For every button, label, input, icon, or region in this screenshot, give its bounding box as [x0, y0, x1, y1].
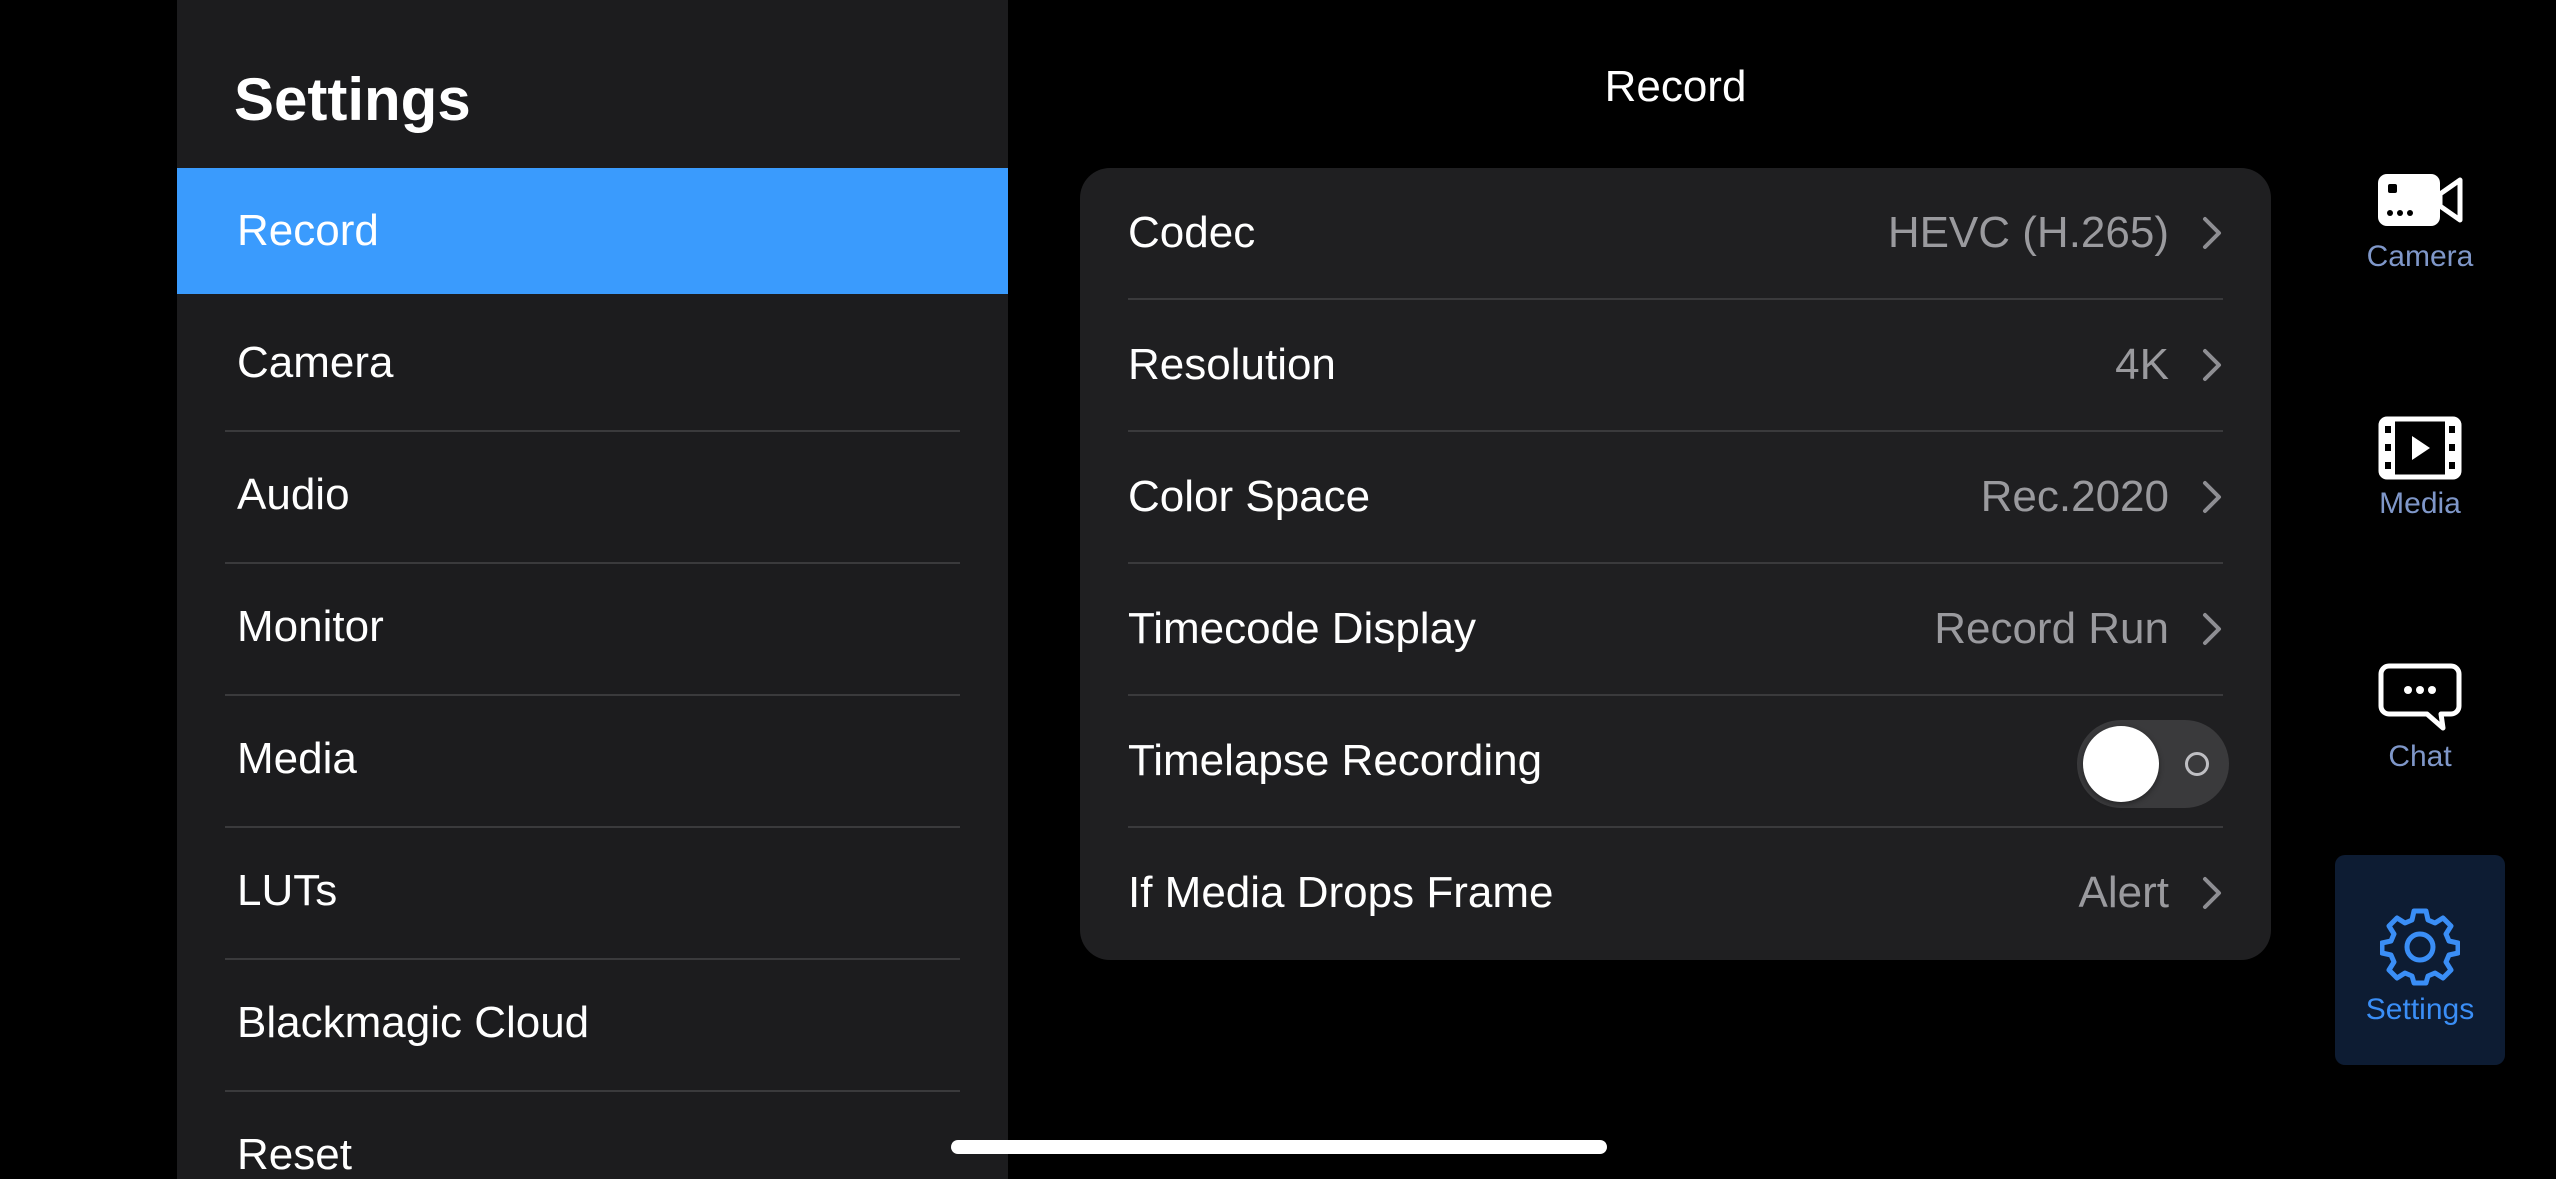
- sidebar-item-label: Media: [237, 734, 357, 783]
- chevron-right-icon: [2203, 217, 2221, 249]
- row-label: If Media Drops Frame: [1128, 868, 1554, 917]
- row-value: Alert: [2078, 868, 2169, 917]
- row-label: Color Space: [1128, 472, 1371, 521]
- row-label: Codec: [1128, 208, 1256, 257]
- sidebar-item-label: Camera: [237, 338, 394, 387]
- sidebar-item-label: LUTs: [237, 866, 338, 915]
- sidebar-title: Settings: [234, 66, 471, 133]
- sidebar-item-blackmagic-cloud[interactable]: Blackmagic Cloud: [177, 960, 1008, 1092]
- tab-label: Camera: [2366, 240, 2474, 273]
- chevron-right-icon: [2203, 481, 2221, 513]
- record-settings-card: Codec HEVC (H.265) Resolution 4K Color S…: [1080, 168, 2271, 960]
- sidebar-item-label: Blackmagic Cloud: [237, 998, 590, 1047]
- row-label: Resolution: [1128, 340, 1336, 389]
- settings-sidebar: Settings Record Camera Audio Monitor Med…: [177, 0, 1008, 1179]
- row-label: Timecode Display: [1128, 604, 1477, 653]
- tab-chat[interactable]: Chat: [2335, 662, 2505, 774]
- sidebar-item-monitor[interactable]: Monitor: [177, 564, 1008, 696]
- sidebar-item-luts[interactable]: LUTs: [177, 828, 1008, 960]
- chevron-right-icon: [2203, 877, 2221, 909]
- tab-label: Settings: [2365, 993, 2475, 1026]
- sidebar-item-label: Monitor: [237, 602, 384, 651]
- panel-title: Record: [1604, 62, 1747, 111]
- tab-label: Chat: [2388, 740, 2452, 773]
- sidebar-list: Record Camera Audio Monitor Media LUTs B…: [177, 168, 1008, 1179]
- codec-row[interactable]: Codec HEVC (H.265): [1080, 168, 2271, 300]
- video-camera-icon: [2378, 174, 2463, 226]
- timecode-display-row[interactable]: Timecode Display Record Run: [1080, 564, 2271, 696]
- timelapse-recording-toggle[interactable]: [2077, 720, 2229, 808]
- tab-media[interactable]: Media: [2335, 415, 2505, 521]
- tab-settings[interactable]: Settings: [2335, 855, 2505, 1065]
- tab-camera[interactable]: Camera: [2335, 168, 2505, 274]
- row-value: Record Run: [1934, 604, 2169, 653]
- resolution-row[interactable]: Resolution 4K: [1080, 300, 2271, 432]
- row-value: 4K: [2115, 340, 2169, 389]
- sidebar-item-media[interactable]: Media: [177, 696, 1008, 828]
- sidebar-item-label: Reset: [237, 1130, 352, 1179]
- row-value: HEVC (H.265): [1887, 208, 2169, 257]
- sidebar-item-record[interactable]: Record: [177, 168, 1008, 294]
- row-value: Rec.2020: [1980, 472, 2169, 521]
- chevron-right-icon: [2203, 613, 2221, 645]
- gear-icon: [2380, 908, 2460, 986]
- sidebar-item-audio[interactable]: Audio: [177, 432, 1008, 564]
- row-label: Timelapse Recording: [1128, 736, 1543, 785]
- chat-bubble-icon: [2378, 663, 2462, 731]
- home-indicator[interactable]: [951, 1140, 1607, 1154]
- toggle-off-icon: [2185, 752, 2209, 776]
- sidebar-item-reset[interactable]: Reset: [177, 1092, 1008, 1179]
- sidebar-item-label: Audio: [237, 470, 350, 519]
- if-media-drops-frame-row[interactable]: If Media Drops Frame Alert: [1080, 828, 2271, 960]
- timelapse-recording-row: Timelapse Recording: [1080, 696, 2271, 828]
- toggle-knob: [2083, 726, 2159, 802]
- tab-label: Media: [2379, 487, 2461, 520]
- sidebar-item-label: Record: [237, 206, 379, 255]
- film-play-icon: [2378, 416, 2462, 480]
- sidebar-item-camera[interactable]: Camera: [177, 300, 1008, 432]
- color-space-row[interactable]: Color Space Rec.2020: [1080, 432, 2271, 564]
- chevron-right-icon: [2203, 349, 2221, 381]
